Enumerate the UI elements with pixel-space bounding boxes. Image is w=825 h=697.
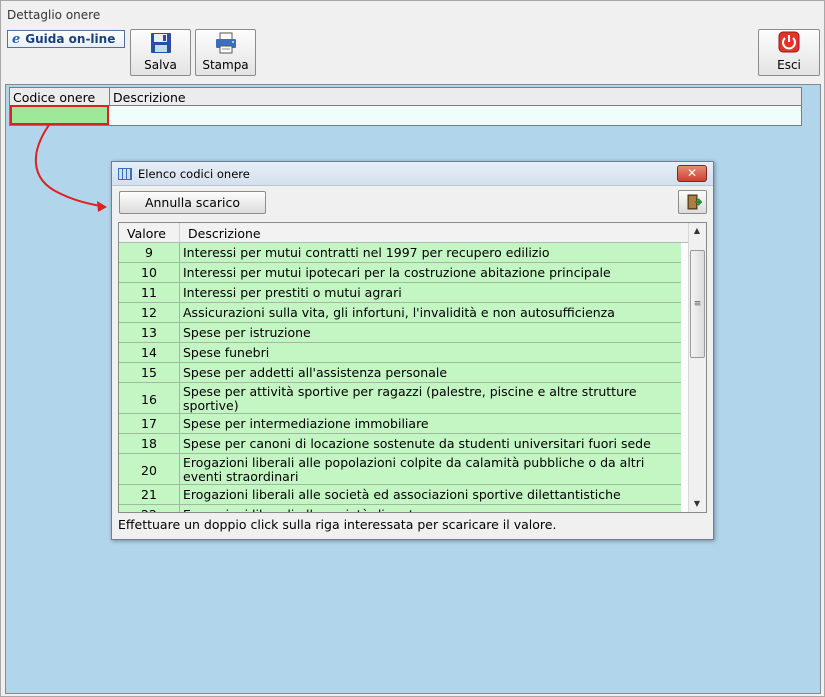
descrizione-cell: Erogazioni liberali alle società ed asso… (183, 487, 621, 502)
dialog-hint-text: Effettuare un doppio click sulla riga in… (118, 517, 557, 532)
stampa-label: Stampa (202, 58, 249, 72)
codici-onere-dialog: Elenco codici onere ✕ Annulla scarico Va… (111, 161, 714, 540)
column-header-valore: Valore (119, 223, 180, 242)
table-row[interactable]: 13 Spese per istruzione (119, 323, 681, 343)
vertical-scrollbar[interactable]: ▲ ≡ ▼ (688, 223, 706, 512)
valore-cell: 9 (119, 243, 180, 262)
column-header-codice-onere: Codice onere (10, 88, 110, 105)
table-body: 9 Interessi per mutui contratti nel 1997… (119, 243, 681, 513)
salva-label: Salva (144, 58, 177, 72)
annulla-scarico-button[interactable]: Annulla scarico (119, 191, 266, 214)
valore-cell: 13 (119, 323, 180, 342)
esci-button[interactable]: Esci (758, 29, 820, 76)
table-row[interactable]: 17 Spese per intermediazione immobiliare (119, 414, 681, 434)
dialog-title: Elenco codici onere (138, 166, 250, 181)
valore-cell: 12 (119, 303, 180, 322)
power-off-icon (778, 31, 800, 53)
valore-cell: 11 (119, 283, 180, 302)
descrizione-cell: Spese per addetti all'assistenza persona… (183, 365, 448, 380)
descrizione-cell: Interessi per mutui ipotecari per la cos… (183, 265, 611, 280)
internet-explorer-icon: e (12, 31, 21, 47)
table-row[interactable]: 12 Assicurazioni sulla vita, gli infortu… (119, 303, 681, 323)
salva-button[interactable]: Salva (130, 29, 191, 76)
esci-label: Esci (777, 58, 801, 72)
exit-door-button[interactable] (678, 190, 707, 214)
column-header-descrizione: Descrizione (188, 226, 261, 241)
table-row[interactable]: 21 Erogazioni liberali alle società ed a… (119, 485, 681, 505)
descrizione-cell: Erogazioni liberali alle popolazioni col… (183, 455, 645, 484)
guida-online-button[interactable]: e Guida on-line (7, 30, 125, 48)
valore-cell: 17 (119, 414, 180, 433)
table-row[interactable]: 20 Erogazioni liberali alle popolazioni … (119, 454, 681, 485)
valore-cell: 15 (119, 363, 180, 382)
table-window-icon (118, 167, 132, 180)
scroll-down-icon[interactable]: ▼ (689, 496, 705, 512)
dialog-close-button[interactable]: ✕ (677, 165, 707, 182)
table-row[interactable]: 22 Erogazioni liberali alle società di m… (119, 505, 681, 513)
descrizione-cell: Erogazioni liberali alle società di mutu… (180, 505, 681, 513)
table-header: Valore Descrizione (119, 223, 688, 243)
floppy-disk-icon (150, 33, 171, 53)
scroll-up-icon[interactable]: ▲ (689, 223, 705, 239)
descrizione-cell: Spese per intermediazione immobiliare (183, 416, 429, 431)
table-row[interactable]: 16 Spese per attività sportive per ragaz… (119, 383, 681, 414)
valore-cell: 21 (119, 485, 180, 504)
table-row[interactable]: 11 Interessi per prestiti o mutui agrari (119, 283, 681, 303)
descrizione-cell: Spese per istruzione (183, 325, 311, 340)
table-row[interactable]: 14 Spese funebri (119, 343, 681, 363)
descrizione-cell: Interessi per mutui contratti nel 1997 p… (183, 245, 550, 260)
stampa-button[interactable]: Stampa (195, 29, 256, 76)
guida-online-label: Guida on-line (25, 32, 116, 46)
valore-cell: 18 (119, 434, 180, 453)
descrizione-cell: Interessi per prestiti o mutui agrari (183, 285, 402, 300)
descrizione-cell[interactable] (109, 106, 801, 125)
valore-cell: 20 (119, 454, 180, 484)
valore-cell: 22 (119, 505, 180, 512)
descrizione-cell: Spese per attività sportive per ragazzi … (183, 384, 637, 413)
valore-cell: 14 (119, 343, 180, 362)
valore-cell: 10 (119, 263, 180, 282)
column-header-descrizione: Descrizione (113, 90, 186, 105)
table-row[interactable]: 15 Spese per addetti all'assistenza pers… (119, 363, 681, 383)
exit-door-icon (687, 194, 702, 210)
valore-cell: 16 (119, 383, 180, 413)
descrizione-cell: Assicurazioni sulla vita, gli infortuni,… (183, 305, 615, 320)
grid-header: Codice onere Descrizione (9, 87, 802, 106)
descrizione-cell: Spese per canoni di locazione sostenute … (183, 436, 651, 451)
table-row[interactable]: 9 Interessi per mutui contratti nel 1997… (119, 243, 681, 263)
descrizione-cell: Spese funebri (183, 345, 270, 360)
grid-row[interactable] (9, 105, 802, 126)
table-row[interactable]: 18 Spese per canoni di locazione sostenu… (119, 434, 681, 454)
toolbar: e Guida on-line Salva Stampa Esci (1, 27, 824, 83)
printer-icon (215, 32, 236, 54)
codici-table: Valore Descrizione 9 Interessi per mutui… (118, 222, 707, 513)
table-row[interactable]: 10 Interessi per mutui ipotecari per la … (119, 263, 681, 283)
main-window: Dettaglio onere e Guida on-line Salva St… (0, 0, 825, 697)
window-title: Dettaglio onere (1, 1, 824, 27)
dialog-titlebar: Elenco codici onere (112, 162, 713, 186)
codice-onere-cell[interactable] (10, 105, 109, 125)
scroll-thumb[interactable]: ≡ (690, 250, 705, 358)
